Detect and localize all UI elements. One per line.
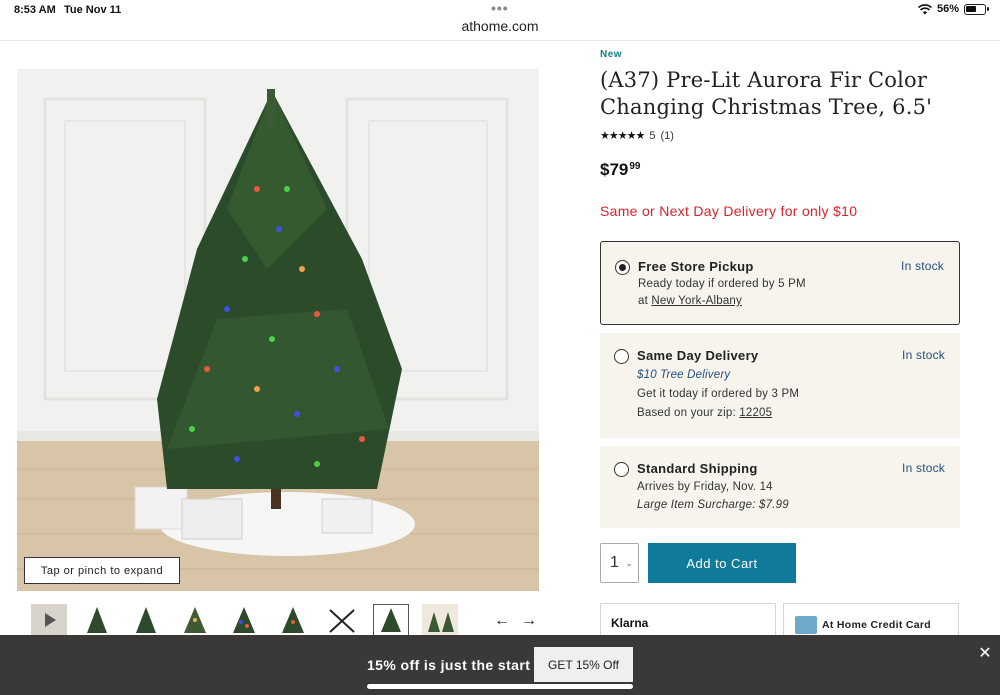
price: $7999	[600, 160, 641, 180]
url-bar[interactable]: athome.com	[0, 18, 1000, 40]
new-badge: New	[600, 49, 623, 60]
option-detail: Arrives by Friday, Nov. 14	[637, 481, 773, 493]
radio-standard-shipping[interactable]	[614, 462, 629, 477]
star-rating-icon: ★★★★★	[600, 130, 645, 142]
chevron-down-icon: ⌄	[625, 558, 633, 568]
promo-text: 15% off is just the start	[367, 657, 531, 673]
price-dollars: $79	[600, 160, 629, 179]
stock-status: In stock	[901, 259, 944, 273]
option-same-day[interactable]: Same Day Delivery In stock $10 Tree Deli…	[600, 333, 960, 438]
battery-percent: 56%	[936, 3, 959, 15]
option-title: Same Day Delivery	[637, 348, 759, 363]
thumbnail-tree-5[interactable]	[275, 604, 311, 636]
thumbnail-tree-4[interactable]	[226, 604, 262, 636]
store-prefix: at	[638, 295, 652, 307]
home-indicator[interactable]	[367, 684, 633, 689]
quantity-select[interactable]: 1 ⌄	[600, 543, 639, 583]
option-zip-line: Based on your zip: 12205	[637, 407, 772, 419]
next-arrow-icon[interactable]: →	[520, 612, 538, 630]
option-detail: Get it today if ordered by 3 PM	[637, 388, 800, 400]
credit-card-label: At Home Credit Card	[822, 619, 931, 631]
thumbnail-tree-stand[interactable]	[324, 604, 360, 636]
thumbnail-tree-room[interactable]	[422, 604, 458, 636]
prev-arrow-icon[interactable]: ←	[493, 612, 511, 630]
rating[interactable]: ★★★★★ 5 (1)	[600, 129, 674, 143]
expand-hint[interactable]: Tap or pinch to expand	[24, 557, 180, 584]
radio-store-pickup[interactable]	[615, 260, 630, 275]
stock-status: In stock	[902, 348, 945, 362]
rating-value: 5	[649, 129, 656, 142]
thumbnail-tree-3[interactable]	[177, 604, 213, 636]
option-title: Standard Shipping	[637, 461, 758, 476]
more-dots-icon[interactable]: •••	[491, 0, 509, 16]
thumbnail-tree-selected[interactable]	[373, 604, 409, 636]
store-link[interactable]: New York-Albany	[651, 295, 742, 307]
battery-icon	[964, 3, 989, 15]
thumbnail-tree-2[interactable]	[128, 604, 164, 636]
promo-bar: 15% off is just the start GET 15% Off ✕	[0, 635, 1000, 695]
delivery-promo: Same or Next Day Delivery for only $10	[600, 203, 858, 219]
wifi-icon	[918, 3, 932, 14]
close-icon[interactable]: ✕	[977, 646, 993, 662]
get-discount-button[interactable]: GET 15% Off	[534, 647, 633, 682]
stock-status: In stock	[902, 461, 945, 475]
status-right: 56%	[918, 3, 989, 15]
option-store-pickup[interactable]: Free Store Pickup In stock Ready today i…	[600, 241, 960, 325]
add-to-cart-button[interactable]: Add to Cart	[648, 543, 796, 583]
quantity-value: 1	[610, 554, 619, 571]
rating-count: (1)	[660, 129, 674, 142]
product-title: (A37) Pre-Lit Aurora Fir Color Changing …	[600, 68, 933, 119]
price-cents: 99	[629, 161, 641, 172]
thumbnail-tree-1[interactable]	[79, 604, 115, 636]
option-store-line: at New York-Albany	[638, 295, 742, 307]
option-title: Free Store Pickup	[638, 259, 754, 274]
credit-card-icon	[795, 616, 817, 634]
klarna-logo: Klarna	[611, 616, 649, 630]
status-date: Tue Nov 11	[64, 4, 122, 16]
radio-same-day[interactable]	[614, 349, 629, 364]
status-time: 8:53 AM	[14, 4, 56, 16]
thumbnail-strip	[17, 604, 547, 636]
option-delivery-fee: $10 Tree Delivery	[637, 369, 731, 381]
thumbnail-video[interactable]	[31, 604, 67, 636]
option-standard-shipping[interactable]: Standard Shipping In stock Arrives by Fr…	[600, 446, 960, 528]
url-divider	[0, 40, 1000, 41]
zip-link[interactable]: 12205	[739, 407, 772, 419]
option-detail: Ready today if ordered by 5 PM	[638, 278, 806, 290]
product-image[interactable]	[17, 69, 539, 591]
option-surcharge: Large Item Surcharge: $7.99	[637, 499, 789, 511]
zip-prefix: Based on your zip:	[637, 407, 740, 419]
